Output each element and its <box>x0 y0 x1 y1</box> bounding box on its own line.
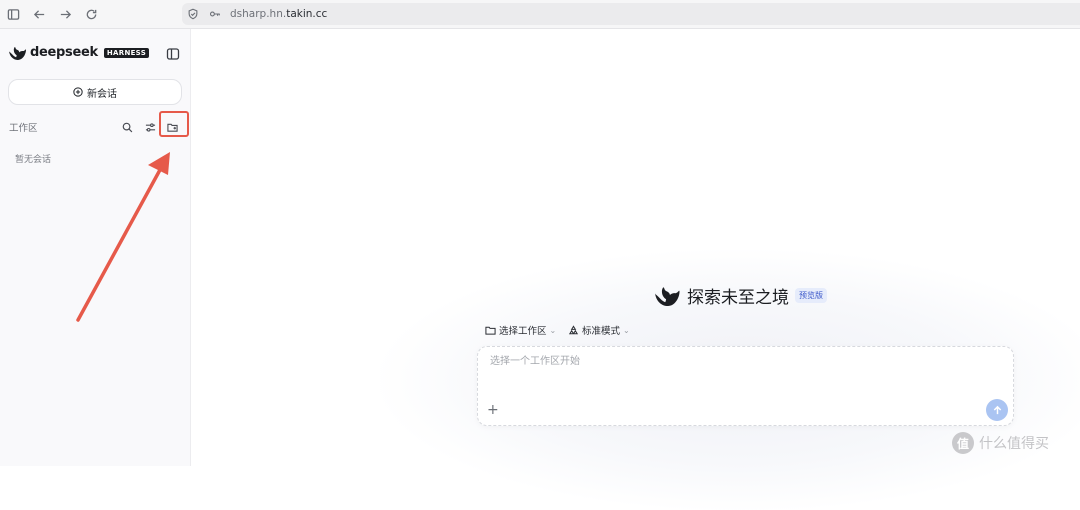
highlight-annotation-box <box>159 111 189 137</box>
key-icon[interactable] <box>204 3 226 25</box>
new-chat-button[interactable]: 新会话 <box>8 79 182 105</box>
reload-icon[interactable] <box>78 1 104 27</box>
hero-title: 探索未至之境 <box>687 288 789 308</box>
message-composer: + <box>477 346 1014 426</box>
workspace-label: 工作区 <box>9 123 38 134</box>
message-input[interactable] <box>488 355 972 368</box>
preview-badge: 预览版 <box>795 288 827 303</box>
forward-arrow-icon[interactable] <box>52 1 78 27</box>
chevron-down-icon: ⌄ <box>549 325 557 335</box>
chevron-down-icon: ⌄ <box>623 325 630 335</box>
folder-icon <box>485 326 496 335</box>
filter-settings-icon[interactable] <box>145 118 159 132</box>
attach-plus-icon[interactable]: + <box>487 403 501 417</box>
hero-heading: 探索未至之境 预览版 <box>655 283 827 308</box>
search-icon[interactable] <box>122 118 136 133</box>
watermark-logo: 值 <box>952 432 974 454</box>
url-prefix: dsharp.hn. <box>230 8 287 20</box>
url-text[interactable]: dsharp.hn.takin.cc <box>230 8 327 20</box>
watermark-text: 什么值得买 <box>979 436 1049 452</box>
arrow-up-icon <box>993 405 1001 414</box>
mode-select-label: 标准模式 <box>582 326 621 337</box>
sidebar: deepseek HARNESS 新会话 工作区 暂无会话 <box>0 29 191 466</box>
empty-sessions-text: 暂无会话 <box>15 155 52 165</box>
watermark: 值 什么值得买 <box>952 432 1049 454</box>
browser-toolbar: dsharp.hn.takin.cc <box>0 0 1080 29</box>
workspace-select-label: 选择工作区 <box>499 326 547 337</box>
app-logo: deepseek HARNESS <box>9 45 150 60</box>
logo-badge: HARNESS <box>103 47 150 58</box>
workspace-select[interactable]: 选择工作区 ⌄ <box>485 323 556 337</box>
collapse-sidebar-icon[interactable] <box>166 46 180 60</box>
new-chat-label: 新会话 <box>87 88 117 100</box>
url-domain: takin.cc <box>286 8 328 20</box>
mode-select[interactable]: 标准模式 ⌄ <box>568 323 630 337</box>
whale-logo-icon <box>9 46 26 60</box>
plus-circle-icon <box>73 87 83 97</box>
send-button[interactable] <box>986 399 1008 421</box>
logo-text: deepseek <box>30 45 98 60</box>
sidebar-toggle-icon[interactable] <box>0 1 26 27</box>
shield-icon[interactable] <box>182 3 204 25</box>
address-bar[interactable]: dsharp.hn.takin.cc <box>182 3 1080 25</box>
back-arrow-icon[interactable] <box>26 1 52 27</box>
recycle-icon <box>568 324 579 334</box>
whale-logo-icon <box>655 286 680 306</box>
